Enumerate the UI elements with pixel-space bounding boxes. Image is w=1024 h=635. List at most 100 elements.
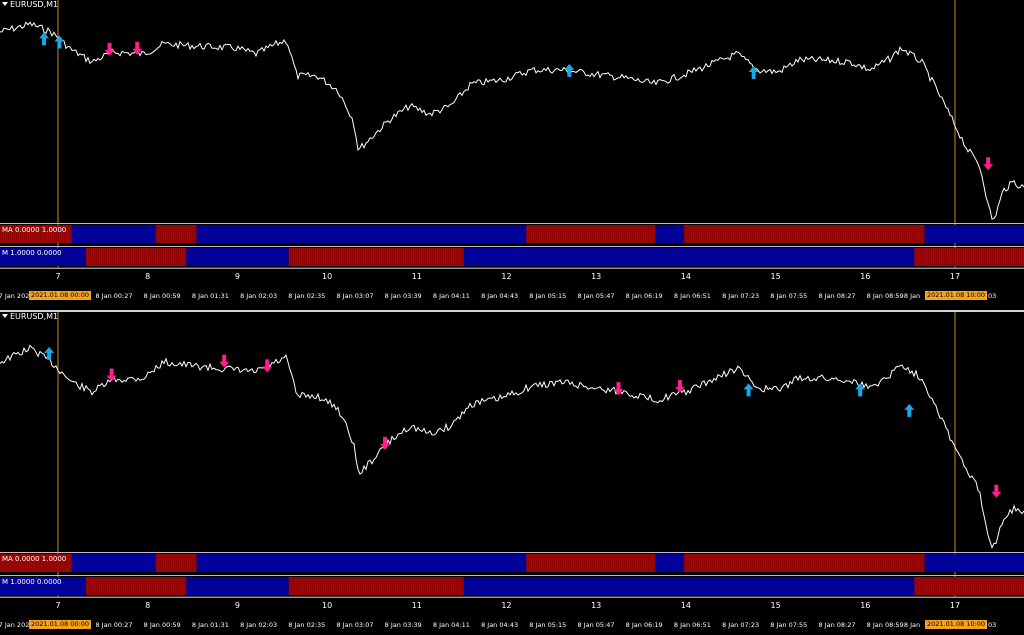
indicator-hatch [84, 248, 85, 266]
indicator-label-ma: MA 0.0000 1.0000 [2, 555, 67, 563]
indicator-hatch [936, 248, 937, 266]
indicator-hatch [670, 248, 671, 266]
indicator-hatch [842, 248, 843, 266]
indicator-hatch [288, 225, 289, 243]
indicator-hatch [404, 554, 405, 572]
axis-number: 12 [501, 272, 512, 281]
indicator-hatch [1000, 225, 1001, 243]
indicator-hatch [0, 554, 1, 572]
indicator-hatch [582, 248, 583, 266]
indicator-hatch [1016, 225, 1017, 243]
indicator-hatch [282, 577, 283, 595]
indicator-hatch [630, 248, 631, 266]
indicator-hatch [466, 248, 467, 266]
indicator-hatch [370, 225, 371, 243]
axis-number: 10 [322, 272, 333, 281]
indicator-hatch [394, 225, 395, 243]
indicator-hatch [972, 225, 973, 243]
indicator-hatch [606, 577, 607, 595]
indicator-hatch [414, 554, 415, 572]
indicator-hatch [968, 554, 969, 572]
indicator-hatch [336, 554, 337, 572]
chart-panel-bottom[interactable]: EURUSD,M1 MA 0.0000 1.0000 M 1.0000 0.00… [0, 312, 1024, 629]
indicator-hatch [90, 248, 91, 266]
indicator-hatch [1016, 554, 1017, 572]
indicator-hatch [936, 577, 937, 595]
indicator-hatch [148, 225, 149, 243]
indicator-hatch [104, 225, 105, 243]
indicator-hatch [98, 248, 99, 266]
indicator-hatch [776, 225, 777, 243]
indicator-hatch [788, 248, 789, 266]
indicator-hatch [1014, 225, 1015, 243]
indicator-hatch [346, 225, 347, 243]
indicator-hatch [638, 248, 639, 266]
indicator-hatch [974, 577, 975, 595]
indicator-hatch [976, 554, 977, 572]
indicator-hatch [192, 225, 193, 243]
indicator-hatch [746, 248, 747, 266]
indicator-hatch [522, 554, 523, 572]
indicator-hatch [522, 248, 523, 266]
indicator-hatch [198, 248, 199, 266]
indicator-hatch [88, 225, 89, 243]
indicator-hatch [706, 577, 707, 595]
time-label: 8 Jan 05:15 [529, 621, 567, 629]
indicator-hatch [380, 225, 381, 243]
indicator-hatch [744, 225, 745, 243]
indicator-hatch [762, 225, 763, 243]
indicator-hatch [492, 248, 493, 266]
arrow-shape [743, 383, 754, 397]
indicator-hatch [762, 248, 763, 266]
indicator-hatch [546, 577, 547, 595]
time-label: 8 Jan 08:59 [866, 292, 904, 300]
indicator-hatch [344, 225, 345, 243]
indicator-hatch [560, 225, 561, 243]
indicator-hatch [502, 225, 503, 243]
indicator-hatch [994, 248, 995, 266]
indicator-hatch [794, 248, 795, 266]
indicator-segment [914, 248, 1024, 266]
indicator-hatch [372, 577, 373, 595]
indicator-hatch [920, 248, 921, 266]
indicator-hatch [558, 225, 559, 243]
price-chart[interactable] [0, 0, 1024, 310]
indicator-hatch [618, 577, 619, 595]
indicator-hatch [696, 225, 697, 243]
indicator-hatch [242, 554, 243, 572]
indicator-segment [655, 225, 685, 243]
indicator-hatch [328, 554, 329, 572]
indicator-hatch [1018, 248, 1019, 266]
indicator-hatch [454, 554, 455, 572]
indicator-hatch [246, 248, 247, 266]
indicator-hatch [552, 225, 553, 243]
indicator-hatch [940, 554, 941, 572]
indicator-hatch [1020, 248, 1021, 266]
axis-number: 15 [770, 272, 781, 281]
indicator-hatch [820, 225, 821, 243]
indicator-hatch [890, 248, 891, 266]
indicator-hatch [996, 554, 997, 572]
indicator-hatch [722, 248, 723, 266]
indicator-hatch [920, 225, 921, 243]
indicator-hatch [366, 577, 367, 595]
indicator-hatch [816, 248, 817, 266]
indicator-hatch [672, 577, 673, 595]
indicator-hatch [708, 248, 709, 266]
indicator-hatch [188, 554, 189, 572]
indicator-hatch [342, 554, 343, 572]
time-label: 8 Jan 01:31 [191, 621, 229, 629]
indicator-hatch [512, 225, 513, 243]
indicator-hatch [364, 225, 365, 243]
indicator-hatch [820, 248, 821, 266]
indicator-hatch [696, 248, 697, 266]
indicator-hatch [438, 225, 439, 243]
indicator-hatch [606, 554, 607, 572]
indicator-hatch [358, 554, 359, 572]
indicator-hatch [170, 577, 171, 595]
indicator-hatch [876, 248, 877, 266]
chart-panel-top[interactable]: EURUSD,M1 MA 0.0000 1.0000 M 1.0000 0.00… [0, 0, 1024, 310]
indicator-hatch [584, 225, 585, 243]
indicator-hatch [830, 577, 831, 595]
price-chart[interactable] [0, 312, 1024, 635]
